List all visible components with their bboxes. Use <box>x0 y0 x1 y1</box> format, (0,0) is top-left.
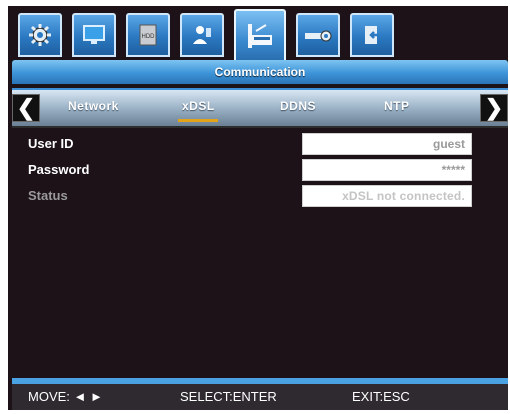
tab-storage[interactable]: HDD <box>126 13 170 57</box>
user-icon <box>193 26 211 44</box>
device-settings-icon <box>305 30 332 42</box>
main-menu-tabs: HDD <box>14 9 494 62</box>
monitor-icon <box>83 25 105 44</box>
subtab-bar: ❮ Network xDSL DDNS NTP ❯ <box>12 88 508 128</box>
network-icon <box>248 23 272 48</box>
tab-system[interactable] <box>18 13 62 57</box>
user-id-input[interactable]: guest <box>302 133 472 155</box>
chevron-right-icon: ❯ <box>484 95 504 120</box>
tab-display[interactable] <box>72 13 116 57</box>
tab-network[interactable]: Network <box>68 99 119 113</box>
tab-xdsl[interactable]: xDSL <box>182 99 215 113</box>
move-hint: MOVE: ◄ ► <box>28 389 103 404</box>
chevron-left-icon: ❮ <box>16 95 36 120</box>
key-hints-footer: MOVE: ◄ ► SELECT:ENTER EXIT:ESC <box>12 384 508 410</box>
tab-users[interactable] <box>180 13 224 57</box>
exit-hint: EXIT:ESC <box>352 389 410 404</box>
status-row: Status xDSL not connected. <box>12 184 508 208</box>
tab-ntp[interactable]: NTP <box>384 99 410 113</box>
select-hint: SELECT:ENTER <box>180 389 277 404</box>
section-title: Communication <box>12 60 508 84</box>
tab-communication[interactable] <box>234 9 286 62</box>
next-subtab-button[interactable]: ❯ <box>480 94 508 122</box>
prev-subtab-button[interactable]: ❮ <box>12 94 40 122</box>
svg-text:HDD: HDD <box>142 34 156 40</box>
status-value: xDSL not connected. <box>302 185 472 207</box>
active-tab-indicator <box>178 119 218 122</box>
user-id-row: User ID guest <box>12 132 508 156</box>
tab-device[interactable] <box>296 13 340 57</box>
password-label: Password <box>28 162 90 177</box>
exit-icon <box>365 26 379 44</box>
password-input[interactable]: ***** <box>302 159 472 181</box>
user-id-label: User ID <box>28 136 74 151</box>
tab-ddns[interactable]: DDNS <box>280 99 316 113</box>
password-row: Password ***** <box>12 158 508 182</box>
hdd-icon: HDD <box>139 24 157 46</box>
tab-exit[interactable] <box>350 13 394 57</box>
gear-icon <box>29 24 51 46</box>
status-label: Status <box>28 188 68 203</box>
